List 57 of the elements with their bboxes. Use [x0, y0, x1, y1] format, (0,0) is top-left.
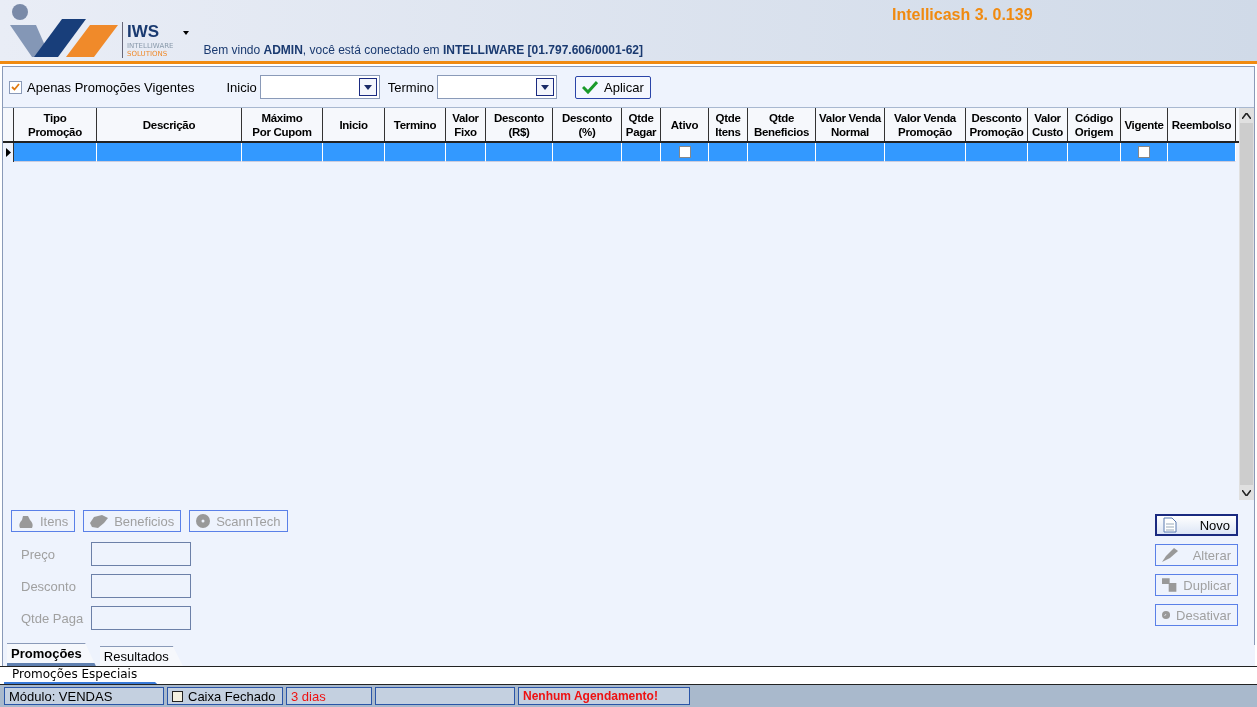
row-pointer-icon — [5, 148, 11, 157]
column-header[interactable]: Inicio — [323, 108, 385, 141]
column-header[interactable]: Valor Venda Promoção — [885, 108, 966, 141]
scrollbar[interactable] — [1239, 108, 1254, 500]
checkbox[interactable] — [172, 690, 183, 702]
status-text: Nenhum Agendamento! — [523, 689, 658, 703]
column-header[interactable]: Desconto Promoção — [966, 108, 1028, 141]
pen-icon — [1162, 548, 1178, 562]
hand-icon — [90, 514, 109, 528]
column-header[interactable]: Desconto (%) — [553, 108, 622, 141]
table-row[interactable] — [3, 143, 1239, 162]
checkbox-label[interactable]: Apenas Promoções Vigentes — [27, 79, 195, 95]
column-header[interactable]: Reembolso — [1168, 108, 1236, 141]
column-header[interactable]: Qtde Pagar — [622, 108, 661, 141]
column-header[interactable]: Código Origem — [1068, 108, 1121, 141]
welcome-message: Bem vindo ADMIN, você está conectado em INTELLIWARE [01.797.606/0001-62] — [203, 43, 644, 57]
checkbox[interactable] — [9, 80, 22, 94]
column-header[interactable]: Qtde Itens — [709, 108, 748, 141]
column-header[interactable]: Valor Custo — [1028, 108, 1068, 141]
column-header[interactable]: Desconto (R$) — [486, 108, 553, 141]
status-text: 3 dias — [291, 688, 326, 704]
caret-icon — [541, 84, 550, 90]
status-text: Módulo: VENDAS — [9, 688, 113, 704]
field-label: Preço — [21, 546, 56, 562]
dropdown-button[interactable] — [358, 78, 377, 96]
field-label: Desconto — [21, 578, 77, 594]
column-header[interactable]: Máximo Por Cupom — [242, 108, 323, 141]
action-button[interactable]: Novo — [1155, 514, 1238, 536]
date-dropdown[interactable] — [437, 75, 558, 99]
checkmark-icon — [582, 80, 599, 94]
column-header[interactable]: Descrição — [97, 108, 242, 141]
date-dropdown[interactable] — [259, 75, 380, 99]
field-label: Inicio — [226, 79, 257, 95]
field-label: Qtde Paga — [21, 610, 85, 626]
checkbox[interactable] — [678, 146, 691, 158]
document-icon — [1163, 517, 1177, 533]
apply-button[interactable]: Aplicar — [575, 75, 651, 99]
column-header[interactable]: Tipo Promoção — [14, 108, 97, 141]
column-header[interactable]: Qtde Beneficios — [748, 108, 816, 141]
brand-name: IWS — [127, 22, 161, 42]
circle-icon — [196, 514, 211, 528]
checkbox[interactable] — [1138, 146, 1150, 158]
bag-icon — [18, 514, 34, 528]
column-header[interactable]: Ativo — [661, 108, 709, 141]
app-version: Intellicash 3. 0.139 — [892, 6, 1033, 24]
tab[interactable]: Resultados — [99, 646, 183, 666]
copy-icon — [1162, 578, 1178, 592]
column-header[interactable]: Valor Fixo — [446, 108, 486, 141]
column-header[interactable]: Termino — [385, 108, 446, 141]
status-text: Caixa Fechado — [188, 688, 276, 704]
dropdown-button[interactable] — [536, 78, 555, 96]
caret-icon — [363, 84, 372, 90]
tab[interactable]: Promoções — [7, 643, 96, 666]
caret-icon[interactable] — [183, 31, 190, 35]
field-label: Termino — [387, 79, 435, 95]
column-header[interactable]: Valor Venda Normal — [816, 108, 885, 141]
column-header[interactable]: Vigente — [1121, 108, 1168, 141]
